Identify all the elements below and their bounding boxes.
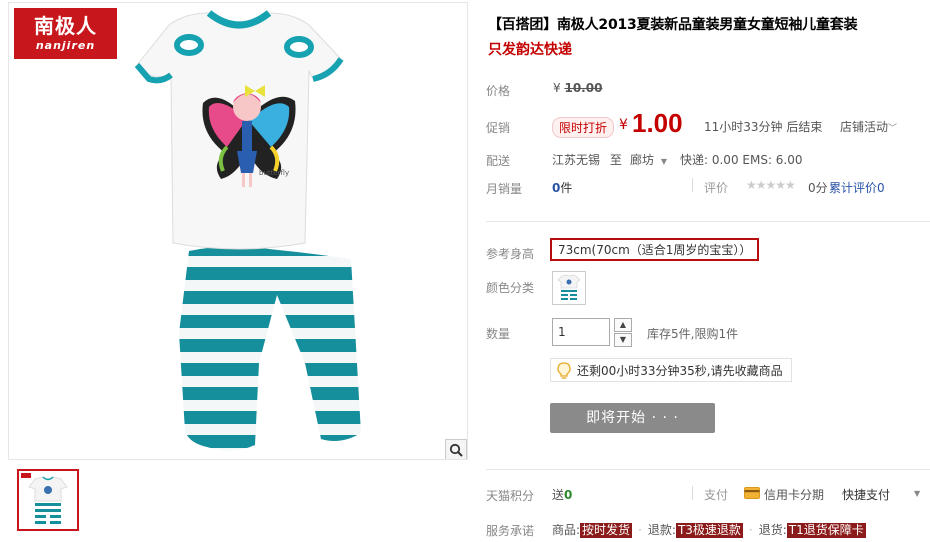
on-time-shipping-badge[interactable]: 按时发货: [580, 523, 633, 538]
promo-price: 1.00: [632, 108, 683, 138]
magnifier-icon: [449, 443, 463, 457]
monthly-sales-label: 月销量: [486, 182, 523, 196]
thumbnail-strip: [8, 460, 468, 540]
separator-dot: ·: [748, 523, 753, 537]
coming-soon-button[interactable]: 即将开始 · · ·: [550, 403, 715, 433]
countdown-notice-text: 还剩00小时33分钟35秒,请先收藏商品: [577, 364, 783, 378]
payment-label: 支付: [704, 488, 729, 502]
striped-pants: [179, 246, 361, 451]
tmall-points: 送0: [552, 486, 572, 503]
product-info-panel: 【百搭团】南极人2013夏装新品童装男童女童短袖儿童套装 只发韵达快递 价格 ¥…: [486, 0, 930, 542]
ship-from-city: 江苏无锡: [552, 153, 601, 167]
ship-from: 江苏无锡 至: [552, 151, 622, 168]
thumbnail-1[interactable]: [17, 469, 79, 531]
caret-down-icon: ▼: [660, 157, 667, 166]
stock-info: 库存5件,限购1件: [647, 327, 739, 341]
refund-label: 退款:: [647, 523, 676, 537]
service-promises: 商品: 按时发货 · 退款: T3极速退款 · 退货: T1退货保障卡: [552, 521, 866, 538]
zoom-button[interactable]: [445, 439, 467, 459]
points-label: 天猫积分: [486, 489, 535, 503]
rating-stars: ★★★★★: [746, 178, 796, 192]
return-label: 退货:: [758, 523, 787, 537]
ship-to-word: 至: [609, 153, 622, 167]
goods-label: 商品:: [552, 523, 581, 537]
product-subtitle: 只发韵达快递: [488, 42, 572, 58]
quantity-label: 数量: [486, 327, 511, 341]
chevron-up-icon: ▲: [619, 320, 627, 329]
section-divider: [486, 469, 930, 470]
monthly-sales-unit: 件: [560, 181, 573, 195]
rating-label: 评价: [704, 181, 729, 195]
original-price: ¥ 10.00: [553, 81, 602, 95]
product-title: 【百搭团】南极人2013夏装新品童装男童女童短袖儿童套装: [488, 17, 858, 33]
ship-to-city: 廊坊: [630, 153, 655, 167]
promo-currency: ¥: [619, 117, 628, 133]
brand-logo-en: nanjiren: [35, 39, 96, 52]
divider: [692, 486, 693, 500]
points-value: 0: [564, 488, 573, 502]
credit-card-icon: [744, 487, 760, 499]
caret-down-icon[interactable]: ▼: [914, 489, 920, 498]
credit-card-installment-link[interactable]: 信用卡分期: [764, 486, 824, 503]
white-tshirt: butterfly: [134, 10, 344, 250]
brand-logo-cn: 南极人: [34, 14, 97, 38]
size-option-selected[interactable]: 73cm(70cm（适合1周岁的宝宝））: [550, 238, 760, 261]
quick-pay-dropdown[interactable]: 快捷支付: [842, 486, 890, 503]
price-label: 价格: [486, 84, 511, 98]
store-activity-label: 店铺活动: [840, 120, 889, 134]
ship-to-selector[interactable]: 廊坊 ▼: [630, 151, 667, 168]
countdown-notice: 还剩00小时33分钟35秒,请先收藏商品: [550, 358, 792, 382]
fast-refund-badge[interactable]: T3极速退款: [675, 523, 743, 538]
separator-dot: ·: [638, 523, 642, 537]
quantity-increase-button[interactable]: ▲: [614, 318, 632, 332]
divider: [692, 178, 693, 192]
monthly-sales: 0件: [552, 179, 572, 196]
original-price-currency: ¥: [553, 81, 561, 95]
quantity-decrease-button[interactable]: ▼: [614, 333, 632, 347]
points-prefix: 送: [552, 488, 565, 502]
color-option[interactable]: [552, 271, 586, 305]
size-label: 参考身高: [486, 247, 535, 261]
shirt-print-text: butterfly: [259, 169, 289, 177]
brand-logo: 南极人 nanjiren: [14, 8, 117, 59]
color-label: 颜色分类: [486, 281, 535, 295]
rating-score: 0分: [808, 181, 828, 195]
original-price-value: 10.00: [564, 81, 603, 95]
lightbulb-icon: [557, 362, 571, 379]
return-guarantee-badge[interactable]: T1退货保障卡: [786, 523, 866, 538]
promo-label: 促销: [486, 121, 511, 135]
promo-countdown: 11小时33分钟 后结束: [704, 120, 823, 134]
shipping-fees: 快递: 0.00 EMS: 6.00: [680, 153, 803, 167]
thumbnail-image: [21, 473, 68, 524]
chevron-down-icon: ﹀: [888, 124, 898, 134]
main-product-image[interactable]: 南极人 nanjiren butterfly: [8, 2, 468, 460]
quantity-input[interactable]: [552, 318, 610, 346]
reviews-link[interactable]: 累计评价0: [829, 179, 885, 196]
color-swatch-image: [557, 274, 581, 300]
section-divider: [486, 221, 930, 222]
shipping-label: 配送: [486, 154, 511, 168]
service-promise-label: 服务承诺: [486, 524, 535, 538]
promo-badge: 限时打折: [552, 117, 615, 138]
chevron-down-icon: ▼: [619, 335, 627, 344]
store-activity-dropdown[interactable]: 店铺活动﹀: [840, 118, 897, 135]
product-photo: butterfly: [134, 10, 361, 451]
